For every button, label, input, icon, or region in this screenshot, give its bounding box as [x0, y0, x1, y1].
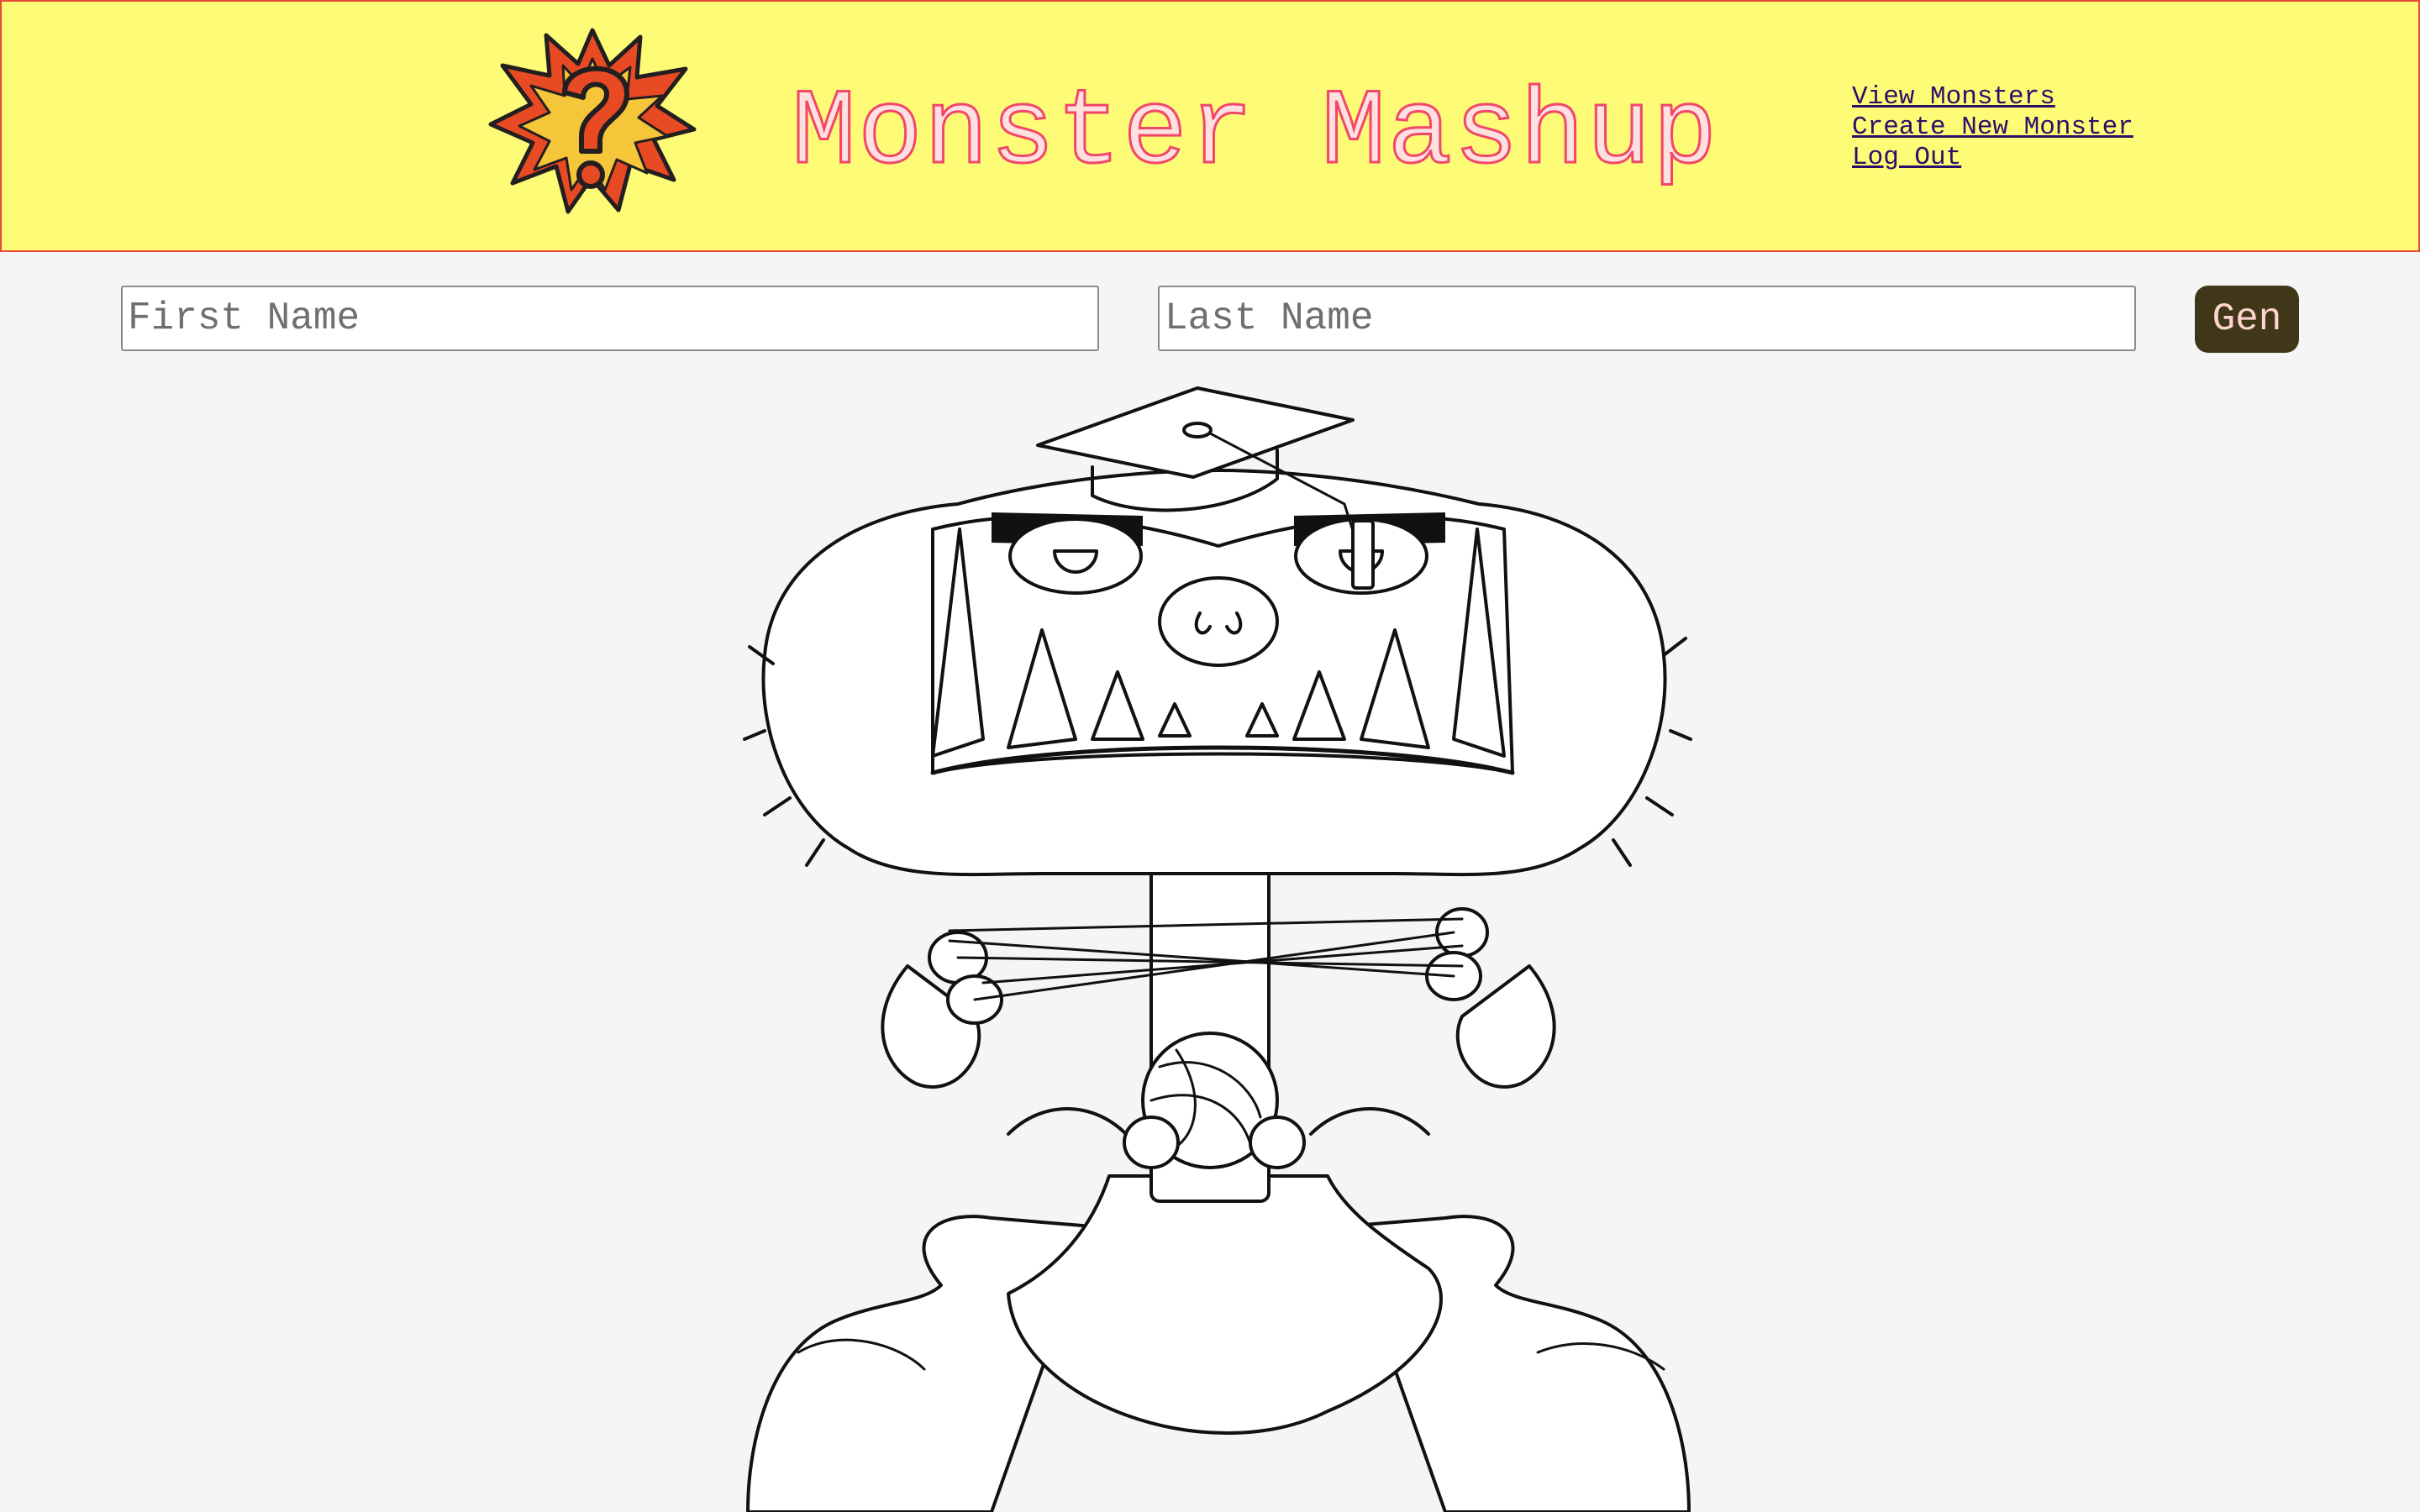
- generate-button[interactable]: Gen: [2195, 286, 2299, 353]
- site-header: Monster Mashup View Monsters Create New …: [0, 0, 2420, 252]
- nav-create-new-monster[interactable]: Create New Monster: [1852, 113, 2133, 143]
- site-title: Monster Mashup: [790, 72, 1719, 197]
- nav-view-monsters[interactable]: View Monsters: [1852, 82, 2133, 113]
- last-name-input[interactable]: [1158, 286, 2136, 351]
- first-name-input[interactable]: [121, 286, 1099, 351]
- question-mark-burst-icon: [488, 28, 697, 214]
- nav-log-out[interactable]: Log Out: [1852, 143, 2133, 173]
- main-nav: View Monsters Create New Monster Log Out: [1852, 82, 2133, 173]
- monster-illustration: [743, 386, 1692, 1512]
